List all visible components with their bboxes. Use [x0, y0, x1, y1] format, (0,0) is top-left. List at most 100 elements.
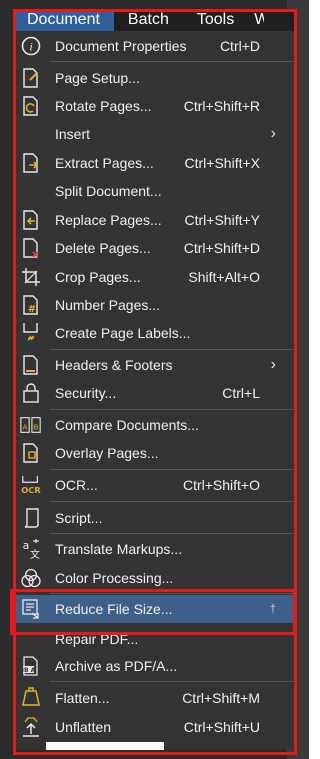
menu-item-shortcut: Ctrl+Shift+D: [183, 240, 260, 256]
menu-item-label: Reduce File Size...: [55, 601, 173, 617]
menu-item-repair-pdf[interactable]: Repair PDF...: [14, 625, 296, 653]
svg-text:B: B: [34, 423, 39, 432]
menu-item-ocr[interactable]: OCR OCR... Ctrl+Shift+O: [14, 471, 296, 499]
menu-item-split-document[interactable]: Split Document...: [14, 177, 296, 205]
menu-item-flatten[interactable]: Flatten... Ctrl+Shift+M: [14, 684, 296, 712]
lock-icon: [20, 382, 42, 404]
menu-item-shortcut: Ctrl+Shift+X: [184, 155, 260, 171]
svg-text:IB A: IB A: [22, 667, 36, 674]
menu-item-script[interactable]: Script...: [14, 504, 296, 532]
menu-separator: [50, 681, 296, 682]
menu-tools[interactable]: Tools: [183, 9, 248, 31]
info-icon: i: [20, 35, 42, 57]
menu-item-label: Headers & Footers: [55, 357, 173, 373]
script-icon: [20, 507, 42, 529]
menu-item-delete-pages[interactable]: Delete Pages... Ctrl+Shift+D: [14, 234, 296, 262]
svg-text:A: A: [23, 423, 28, 432]
menu-item-label: Rotate Pages...: [55, 98, 152, 114]
chevron-right-icon: ›: [270, 125, 276, 142]
menu-item-label: Crop Pages...: [55, 269, 141, 285]
svg-text:i: i: [29, 40, 32, 54]
menu-item-label: Delete Pages...: [55, 240, 151, 256]
menu-item-document-properties[interactable]: i Document Properties Ctrl+D: [14, 32, 296, 60]
background-white-bar: [46, 742, 164, 750]
menu-item-shortcut: Ctrl+L: [222, 385, 260, 401]
menu-item-shortcut: Ctrl+Shift+M: [182, 690, 260, 706]
menu-item-label: Split Document...: [55, 183, 162, 199]
menu-item-label: Number Pages...: [55, 297, 161, 313]
flatten-icon: [20, 687, 42, 709]
menu-item-label: Page Setup...: [55, 70, 140, 86]
menu-item-rotate-pages[interactable]: Rotate Pages... Ctrl+Shift+R: [14, 92, 296, 120]
rotate-pages-icon: [20, 95, 42, 117]
menu-item-shortcut: Ctrl+Shift+Y: [184, 212, 260, 228]
menu-item-shortcut: Ctrl+D: [219, 38, 260, 54]
svg-text:#: #: [28, 304, 36, 315]
menu-separator: [50, 469, 296, 470]
archive-pdfa-icon: IB A: [20, 655, 42, 677]
menu-item-security[interactable]: Security... Ctrl+L: [14, 379, 296, 407]
menu-item-insert[interactable]: Insert ›: [14, 120, 296, 148]
translate-icon: a文: [20, 538, 42, 560]
svg-text:OCR: OCR: [21, 485, 41, 495]
ocr-icon: OCR: [20, 474, 42, 496]
unflatten-icon: [20, 716, 42, 738]
document-dropdown-menu: i Document Properties Ctrl+D Page Setup.…: [13, 31, 296, 749]
menu-item-compare-documents[interactable]: AB Compare Documents...: [14, 411, 296, 439]
menu-item-label: Repair PDF...: [55, 631, 139, 647]
menu-item-crop-pages[interactable]: Crop Pages... Shift+Alt+O: [14, 263, 296, 291]
menu-item-label: Archive as PDF/A...: [55, 658, 178, 674]
menu-item-extract-pages[interactable]: Extract Pages... Ctrl+Shift+X: [14, 149, 296, 177]
menu-item-overlay-pages[interactable]: Overlay Pages...: [14, 439, 296, 467]
menu-window-partial[interactable]: W: [248, 9, 264, 31]
delete-pages-icon: [20, 237, 42, 259]
menu-separator: [50, 409, 296, 410]
menu-separator: [50, 501, 296, 502]
menu-item-replace-pages[interactable]: Replace Pages... Ctrl+Shift+Y: [14, 206, 296, 234]
menu-separator: [50, 349, 296, 350]
menu-item-label: Unflatten: [55, 719, 112, 735]
menu-item-shortcut: Ctrl+Shift+U: [183, 719, 260, 735]
headers-footers-icon: [20, 354, 42, 376]
menu-item-label: Color Processing...: [55, 570, 174, 586]
menu-item-color-processing[interactable]: Color Processing...: [14, 564, 296, 592]
page-setup-icon: [20, 67, 42, 89]
menu-separator: [50, 533, 296, 534]
pin-icon[interactable]: †: [270, 603, 276, 615]
menu-item-create-page-labels[interactable]: Create Page Labels...: [14, 319, 296, 347]
menu-item-shortcut: Shift+Alt+O: [188, 269, 260, 285]
menu-item-reduce-file-size[interactable]: Reduce File Size... †: [14, 595, 296, 623]
menu-item-label: Script...: [55, 510, 103, 526]
menu-batch[interactable]: Batch: [114, 9, 183, 31]
svg-text:文: 文: [30, 548, 40, 560]
menu-item-label: OCR...: [55, 477, 98, 493]
menu-item-label: Document Properties: [55, 38, 187, 54]
menu-item-label: Overlay Pages...: [55, 445, 159, 461]
number-pages-icon: #: [20, 294, 42, 316]
menu-item-unflatten[interactable]: Unflatten Ctrl+Shift+U: [14, 713, 296, 741]
page-labels-icon: [20, 322, 42, 344]
replace-pages-icon: [20, 209, 42, 231]
menu-item-label: Insert: [55, 126, 91, 142]
reduce-file-size-icon: [20, 598, 42, 620]
menu-item-label: Extract Pages...: [55, 155, 154, 171]
menu-item-headers-footers[interactable]: Headers & Footers ›: [14, 351, 296, 379]
menu-item-shortcut: Ctrl+Shift+O: [182, 477, 260, 493]
menu-item-translate-markups[interactable]: a文 Translate Markups...: [14, 535, 296, 563]
menu-item-label: Compare Documents...: [55, 417, 199, 433]
menu-document[interactable]: Document: [13, 9, 114, 31]
menu-item-label: Replace Pages...: [55, 212, 162, 228]
menu-item-archive-pdfa[interactable]: IB A Archive as PDF/A...: [14, 652, 296, 680]
menu-item-number-pages[interactable]: # Number Pages...: [14, 291, 296, 319]
menu-bar: Document Batch Tools W: [13, 9, 295, 31]
menu-item-shortcut: Ctrl+Shift+R: [183, 98, 260, 114]
extract-pages-icon: [20, 152, 42, 174]
crop-icon: [20, 266, 42, 288]
menu-separator: [50, 593, 296, 594]
menu-item-label: Create Page Labels...: [55, 325, 191, 341]
svg-text:a: a: [23, 539, 30, 552]
menu-item-label: Flatten...: [55, 690, 110, 706]
menu-item-label: Translate Markups...: [55, 541, 183, 557]
menu-item-page-setup[interactable]: Page Setup...: [14, 64, 296, 92]
menu-separator: [50, 61, 296, 62]
